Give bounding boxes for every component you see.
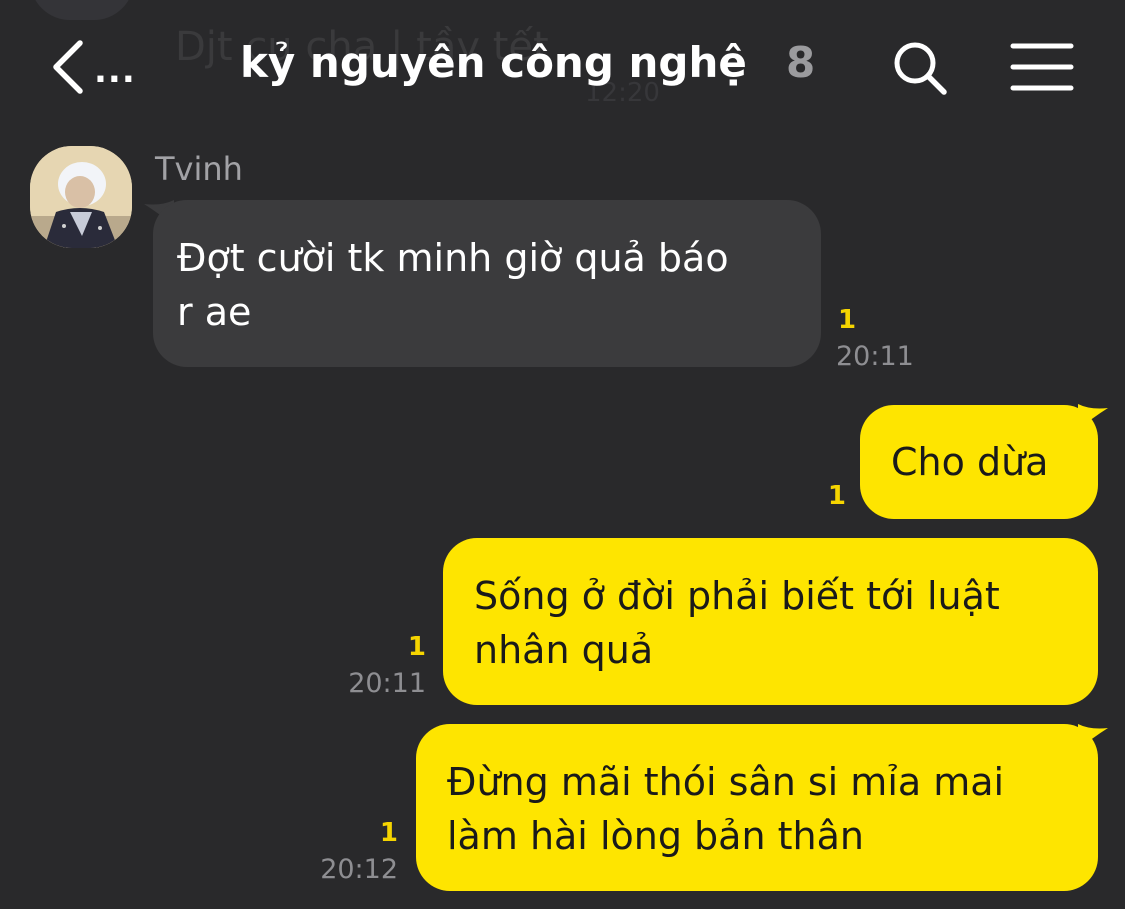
message-bubble-incoming[interactable]: Đợt cười tk minh giờ quả báo r ae [153,200,821,367]
menu-button[interactable] [1005,38,1077,98]
message-bubble-outgoing[interactable]: Đừng mãi thói sân si mỉa mai làm hài lòn… [416,724,1098,891]
message-time: 20:12 [320,854,398,885]
message-text-line: r ae [177,290,252,334]
message-time: 20:11 [348,668,426,699]
message-meta: 1 20:11 [330,632,426,699]
back-ellipsis: ... [94,51,136,91]
chat-screen: Djt cụ cha | tầy tết 12:20 ... kỷ nguyên… [0,0,1125,909]
message-meta: 1 20:11 [836,305,916,372]
message-text-line: Sống ở đời phải biết tới luật [474,574,1000,618]
search-button[interactable] [888,36,952,100]
message-text-line: nhân quả [474,628,654,672]
chat-header: Djt cụ cha | tầy tết 12:20 ... kỷ nguyên… [0,0,1125,130]
message-meta: 1 20:12 [300,818,398,885]
chevron-left-icon [50,39,84,95]
message-text-line: Cho dừa [891,440,1049,484]
message-time: 20:11 [836,341,914,372]
sender-name: Tvinh [155,150,243,188]
chat-title: kỷ nguyên công nghệ [240,38,747,87]
message-text-line: Đợt cười tk minh giờ quả báo [177,236,729,280]
unread-count: 1 [827,481,846,511]
message-bubble-outgoing[interactable]: Cho dừa [860,405,1098,519]
background-avatar-faded [30,0,134,20]
message-meta: 1 [800,481,846,511]
unread-count: 1 [407,632,426,662]
back-button[interactable]: ... [50,35,160,99]
avatar[interactable] [30,146,132,248]
menu-icon [1005,43,1077,102]
unread-count: 1 [379,818,398,848]
message-text-line: Đừng mãi thói sân si mỉa mai [447,760,1005,804]
unread-count: 1 [838,305,857,335]
message-text-line: làm hài lòng bản thân [447,814,864,858]
member-count: 8 [786,38,816,87]
message-bubble-outgoing[interactable]: Sống ở đời phải biết tới luật nhân quả [443,538,1098,705]
search-icon [888,42,952,104]
